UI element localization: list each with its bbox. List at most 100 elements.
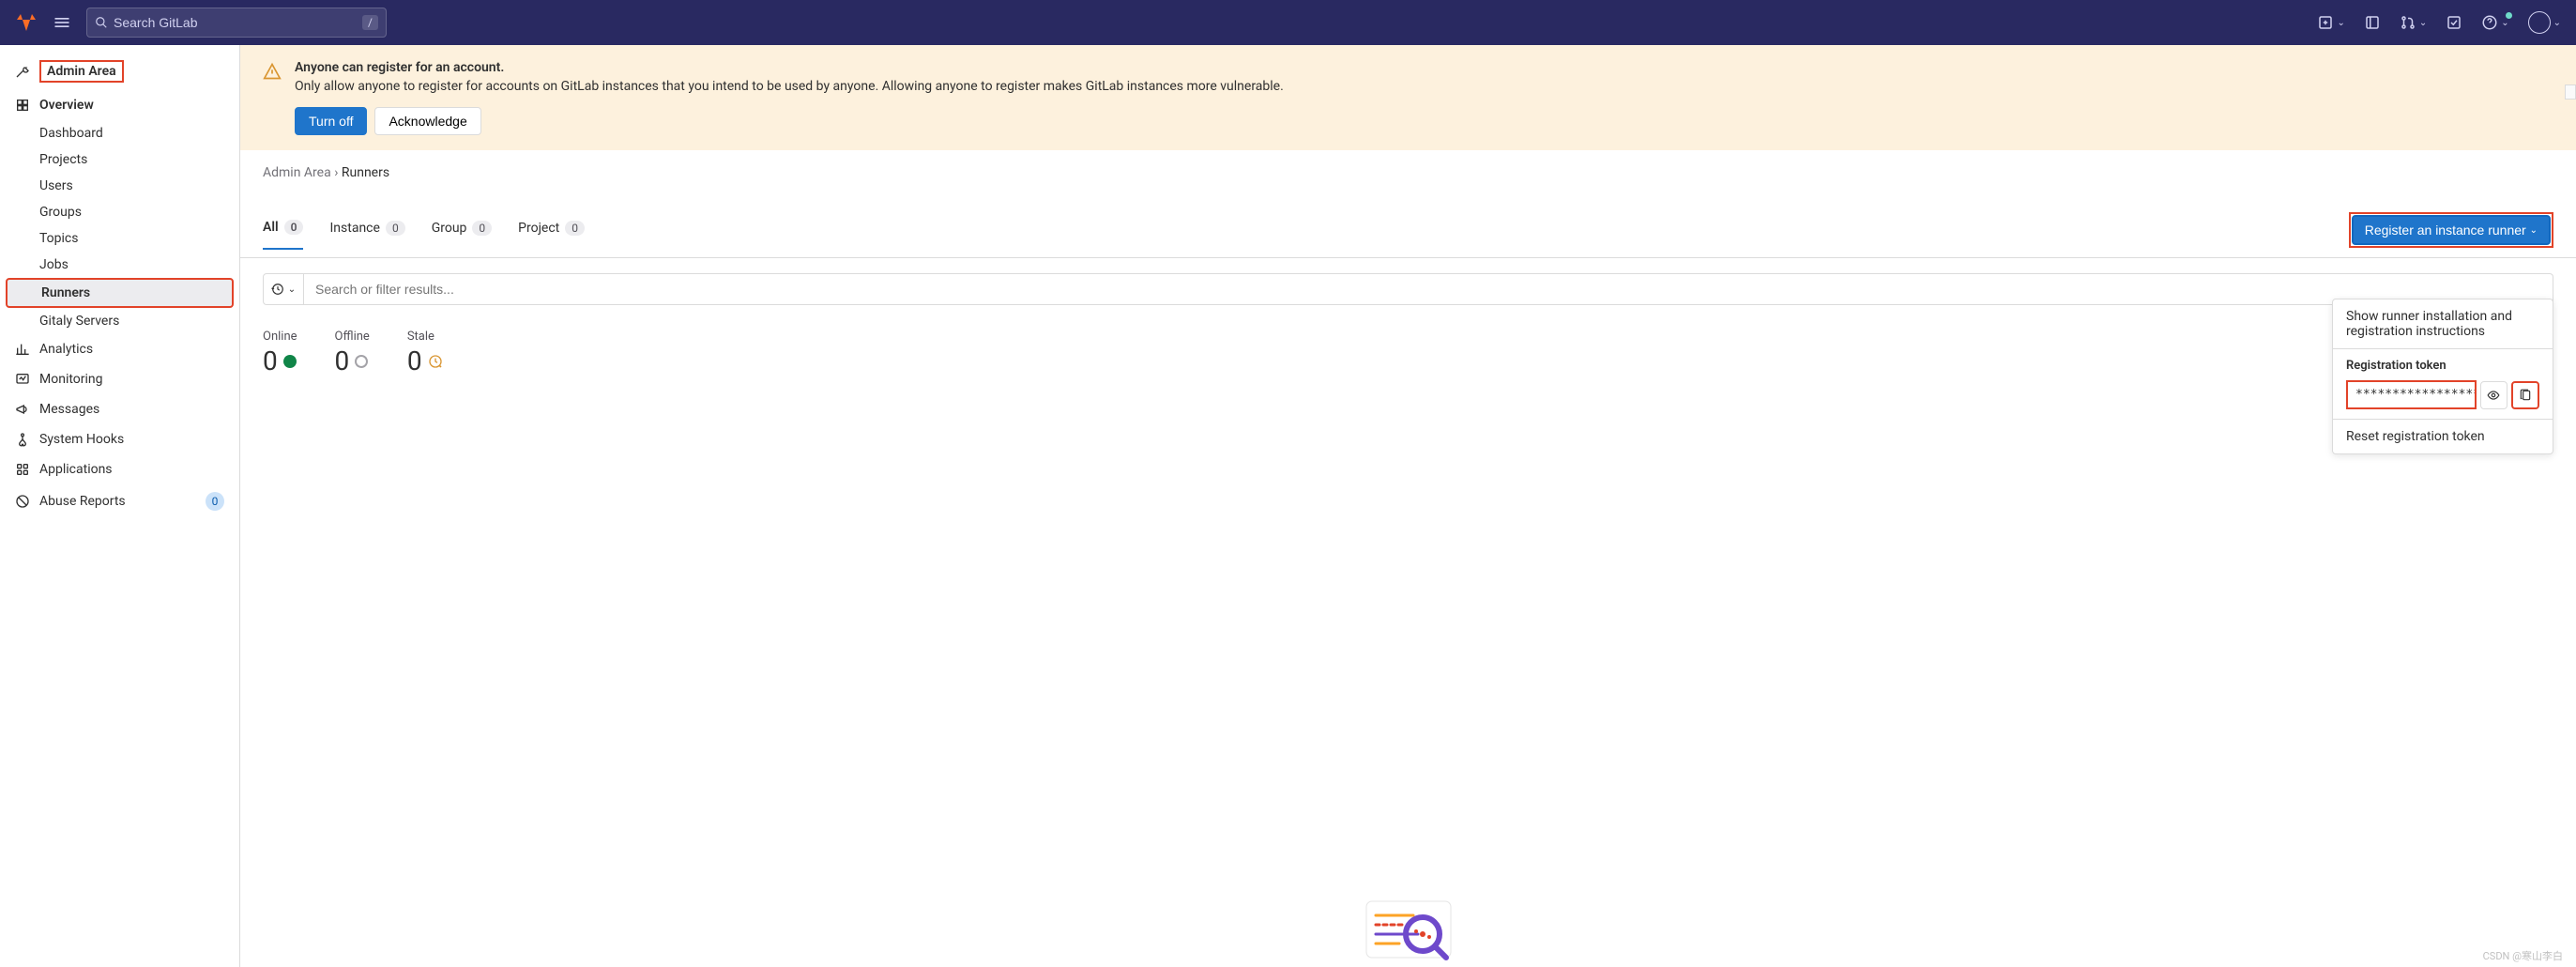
abuse-label: Abuse Reports — [39, 494, 126, 509]
topics-label: Topics — [39, 231, 78, 246]
register-runner-label: Register an instance runner — [2365, 223, 2526, 238]
sidebar-item-runners[interactable]: Runners — [6, 278, 234, 308]
chevron-down-icon: ⌄ — [2530, 225, 2538, 236]
gitaly-label: Gitaly Servers — [39, 314, 119, 329]
groups-label: Groups — [39, 205, 82, 220]
sidebar-item-abuse[interactable]: Abuse Reports 0 — [0, 484, 239, 518]
sidebar-item-groups[interactable]: Groups — [0, 199, 239, 225]
reveal-token-button[interactable] — [2480, 381, 2508, 409]
analytics-icon — [15, 342, 30, 357]
alert-text: Only allow anyone to register for accoun… — [295, 79, 1284, 94]
stat-offline-label: Offline — [335, 330, 370, 344]
dd-reset-token[interactable]: Reset registration token — [2333, 420, 2553, 453]
megaphone-icon — [15, 402, 30, 417]
tab-instance-label: Instance — [329, 221, 379, 236]
analytics-label: Analytics — [39, 342, 93, 357]
todos-link[interactable] — [2446, 14, 2462, 31]
users-label: Users — [39, 178, 73, 193]
tab-instance[interactable]: Instance 0 — [329, 221, 404, 249]
empty-state-illustration — [1362, 892, 1456, 967]
scrollbar-hint[interactable] — [2565, 84, 2576, 100]
stat-offline-value: 0 — [335, 345, 350, 376]
sidebar-item-topics[interactable]: Topics — [0, 225, 239, 252]
stat-online-value: 0 — [263, 345, 278, 376]
merge-requests-link[interactable]: ⌄ — [2400, 14, 2427, 31]
register-dropdown: Show runner installation and registratio… — [2332, 299, 2553, 454]
hamburger-icon[interactable] — [53, 13, 71, 32]
hook-icon — [15, 432, 30, 447]
dd-instructions[interactable]: Show runner installation and registratio… — [2333, 299, 2553, 348]
help-menu[interactable]: ⌄ — [2481, 14, 2508, 31]
plus-square-icon — [2317, 14, 2334, 31]
tab-all-count: 0 — [284, 220, 304, 235]
sidebar-item-dashboard[interactable]: Dashboard — [0, 120, 239, 146]
jobs-label: Jobs — [39, 257, 69, 272]
applications-label: Applications — [39, 462, 113, 477]
breadcrumb-parent[interactable]: Admin Area — [263, 165, 331, 180]
copy-token-button[interactable] — [2511, 381, 2539, 409]
filter-row: ⌄ — [240, 258, 2576, 320]
online-dot-icon — [283, 355, 297, 368]
sidebar-item-analytics[interactable]: Analytics — [0, 334, 239, 364]
tab-project[interactable]: Project0 — [518, 221, 585, 249]
filter-input[interactable] — [304, 273, 2553, 305]
main-content: Anyone can register for an account. Only… — [240, 45, 2576, 967]
history-button[interactable]: ⌄ — [263, 273, 304, 305]
alert-banner: Anyone can register for an account. Only… — [240, 45, 2576, 150]
search-box[interactable]: / — [86, 8, 387, 38]
acknowledge-button[interactable]: Acknowledge — [374, 107, 480, 135]
search-input[interactable] — [114, 15, 362, 30]
eye-icon — [2487, 389, 2500, 402]
sidebar-item-monitoring[interactable]: Monitoring — [0, 364, 239, 394]
todos-icon — [2446, 14, 2462, 31]
abuse-count: 0 — [206, 492, 224, 511]
breadcrumb-current: Runners — [342, 165, 389, 180]
gitlab-logo[interactable] — [15, 11, 38, 34]
alert-title: Anyone can register for an account. — [295, 60, 1284, 75]
tab-group[interactable]: Group 0 — [432, 221, 492, 249]
turn-off-button[interactable]: Turn off — [295, 107, 367, 135]
issues-link[interactable] — [2364, 14, 2381, 31]
register-runner-button[interactable]: Register an instance runner ⌄ — [2352, 215, 2551, 245]
stat-online: Online 0 — [263, 330, 297, 376]
stale-icon — [428, 354, 443, 369]
dashboard-label: Dashboard — [39, 126, 103, 141]
history-icon — [271, 283, 284, 296]
user-menu[interactable]: ⌄ — [2528, 11, 2561, 34]
tab-all-label: All — [263, 220, 279, 235]
tab-instance-count: 0 — [386, 221, 405, 236]
stat-stale-label: Stale — [407, 330, 443, 344]
tabs: All 0 Instance 0 Group 0 Project0 Register … — [240, 195, 2576, 258]
chevron-down-icon: ⌄ — [288, 284, 296, 295]
stat-offline: Offline 0 — [335, 330, 370, 376]
breadcrumb: Admin Area › Runners — [263, 165, 2553, 180]
topbar: / ⌄ ⌄ ⌄ ⌄ — [0, 0, 2576, 45]
sidebar-item-users[interactable]: Users — [0, 173, 239, 199]
clipboard-icon — [2519, 389, 2532, 402]
tab-group-label: Group — [432, 221, 467, 236]
sidebar: Admin Area Overview Dashboard Projects U… — [0, 45, 240, 967]
admin-area-label: Admin Area — [39, 60, 124, 83]
tab-group-count: 0 — [472, 221, 492, 236]
offline-dot-icon — [355, 355, 368, 368]
sidebar-item-projects[interactable]: Projects — [0, 146, 239, 173]
sidebar-title[interactable]: Admin Area — [0, 53, 239, 90]
stats-row: Online 0 Offline 0 Stale 0 — [240, 320, 2576, 386]
systemhooks-label: System Hooks — [39, 432, 124, 447]
tab-all[interactable]: All 0 — [263, 220, 303, 250]
stat-stale-value: 0 — [407, 345, 422, 376]
sidebar-item-applications[interactable]: Applications — [0, 454, 239, 484]
search-icon — [95, 16, 108, 29]
sidebar-item-overview[interactable]: Overview — [0, 90, 239, 120]
sidebar-item-systemhooks[interactable]: System Hooks — [0, 424, 239, 454]
sidebar-item-jobs[interactable]: Jobs — [0, 252, 239, 278]
dd-token-label: Registration token — [2333, 349, 2553, 376]
avatar — [2528, 11, 2551, 34]
tab-project-label: Project — [518, 221, 559, 236]
sidebar-item-messages[interactable]: Messages — [0, 394, 239, 424]
token-value: ***************** — [2346, 380, 2477, 409]
runners-label: Runners — [41, 285, 90, 300]
create-menu[interactable]: ⌄ — [2317, 14, 2344, 31]
search-shortcut: / — [362, 15, 378, 30]
sidebar-item-gitaly[interactable]: Gitaly Servers — [0, 308, 239, 334]
